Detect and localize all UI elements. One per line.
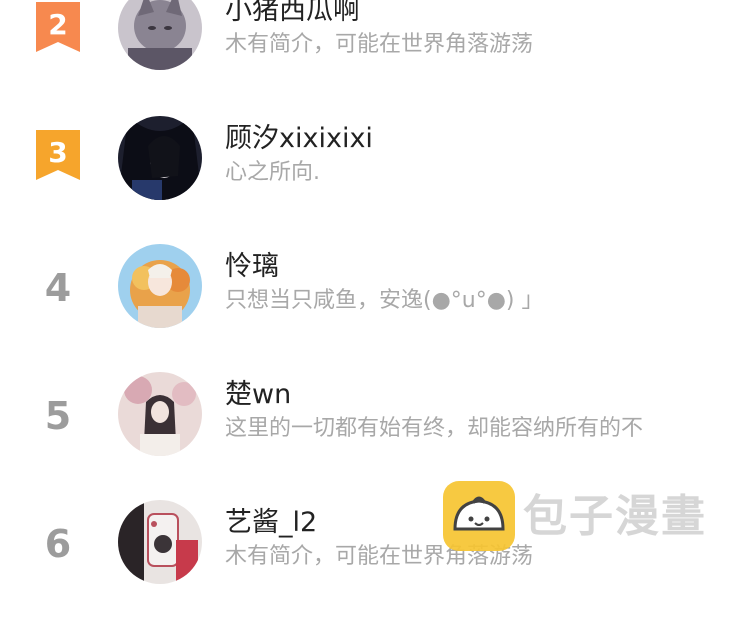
user-name[interactable]: 小猪西瓜啊 xyxy=(225,0,360,28)
rank-badge-2: 2 xyxy=(36,2,80,52)
ranking-row-2[interactable]: 2 小猪西瓜啊 木有简介，可能在世界角落游荡 xyxy=(0,0,750,108)
user-name[interactable]: 楚wn xyxy=(225,378,291,412)
watermark-text: 包子漫畫 xyxy=(523,491,707,542)
ranking-row-5[interactable]: 5 楚wn 这里的一切都有始有终，却能容纳所有的不 xyxy=(0,364,750,492)
user-name[interactable]: 顾汐xixixixi xyxy=(225,122,373,156)
site-watermark: 包子漫畫 xyxy=(443,481,723,553)
user-bio: 这里的一切都有始有终，却能容纳所有的不 xyxy=(225,416,644,441)
user-bio: 只想当只咸鱼，安逸(●°u°●)​ 」 xyxy=(225,288,544,313)
rank-number: 6 xyxy=(44,522,72,566)
avatar[interactable] xyxy=(118,372,202,456)
user-bio: 心之所向. xyxy=(225,160,320,185)
avatar[interactable] xyxy=(118,116,202,200)
rank-number: 4 xyxy=(44,266,72,310)
rank-badge-number: 2 xyxy=(48,8,67,41)
ranking-row-4[interactable]: 4 怜璃 只想当只咸鱼，安逸(●°u°●)​ 」 xyxy=(0,236,750,364)
avatar[interactable] xyxy=(118,500,202,584)
rank-badge-3: 3 xyxy=(36,130,80,180)
avatar[interactable] xyxy=(118,0,202,70)
user-bio: 木有简介，可能在世界角落游荡 xyxy=(225,32,534,57)
user-name[interactable]: 怜璃 xyxy=(225,250,279,284)
bun-logo-icon xyxy=(443,481,515,551)
rank-badge-number: 3 xyxy=(48,136,67,169)
user-name[interactable]: 艺酱_l2 xyxy=(225,506,317,540)
rank-number: 5 xyxy=(44,394,72,438)
ranking-row-3[interactable]: 3 顾汐xixixixi 心之所向. xyxy=(0,108,750,236)
avatar[interactable] xyxy=(118,244,202,328)
